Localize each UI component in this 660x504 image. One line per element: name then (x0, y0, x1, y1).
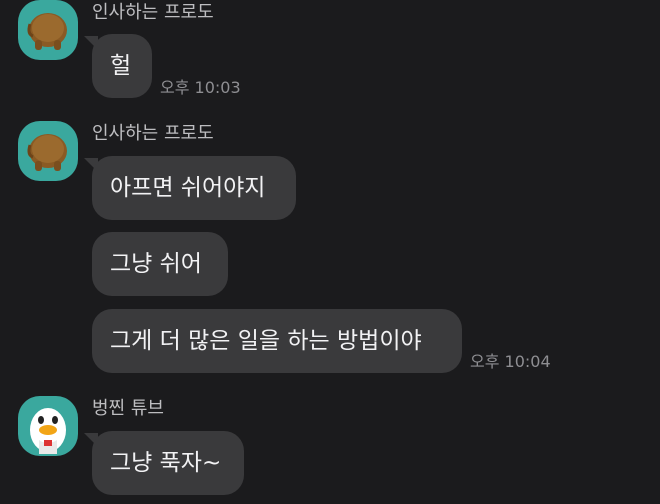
sender-name: 인사하는 프로도 (92, 123, 214, 144)
message-time: 오후 10:04 (470, 352, 551, 371)
message-bubble[interactable]: 그냥 푹자~ (92, 431, 244, 495)
chat-room[interactable]: 인사하는 프로도 헐 오후 10:03 인사하는 프로도 아프면 쉬어야지 그냥… (0, 0, 660, 504)
frodo-dog-avatar-icon[interactable] (18, 0, 78, 60)
message-bubble[interactable]: 아프면 쉬어야지 (92, 156, 296, 220)
message-bubble[interactable]: 헐 (92, 34, 152, 98)
message-time: 오후 10:03 (160, 78, 241, 97)
frodo-dog-avatar-icon[interactable] (18, 121, 78, 181)
tube-duck-avatar-icon[interactable] (18, 396, 78, 456)
sender-name: 벙찐 튜브 (92, 398, 164, 419)
message-bubble[interactable]: 그게 더 많은 일을 하는 방법이야 (92, 309, 462, 373)
message-bubble[interactable]: 그냥 쉬어 (92, 232, 228, 296)
sender-name: 인사하는 프로도 (92, 2, 214, 23)
